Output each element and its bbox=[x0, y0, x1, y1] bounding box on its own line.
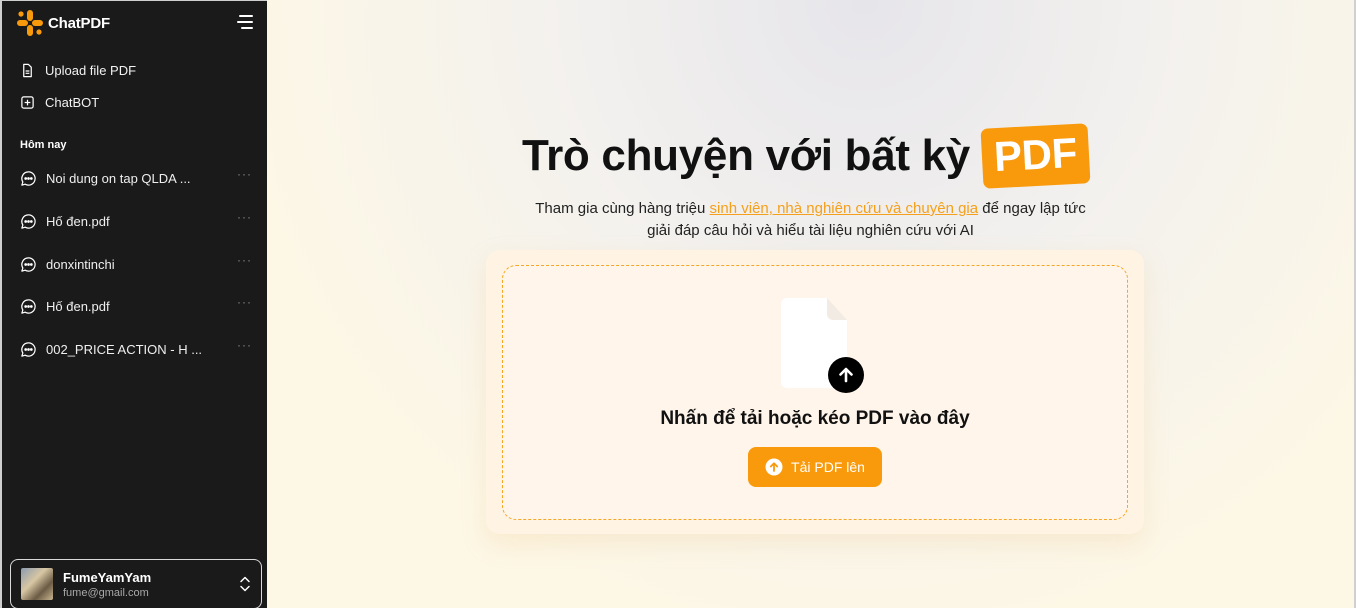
upload-circle-icon bbox=[765, 458, 783, 476]
brand-name: ChatPDF bbox=[48, 14, 110, 32]
upload-arrow-icon bbox=[828, 357, 864, 393]
more-options-icon[interactable]: ··· bbox=[237, 338, 252, 352]
main-content: Trò chuyện với bất kỳ PDF Tham gia cùng … bbox=[267, 0, 1356, 608]
pdf-dropzone[interactable]: Nhấn để tải hoặc kéo PDF vào đây Tải PDF… bbox=[502, 265, 1128, 520]
chat-item[interactable]: Hố đen.pdf ··· bbox=[20, 210, 252, 232]
chat-bubble-icon bbox=[21, 213, 36, 229]
upload-card: Nhấn để tải hoặc kéo PDF vào đây Tải PDF… bbox=[486, 250, 1144, 534]
section-title-today: Hôm nay bbox=[20, 139, 67, 151]
pdf-badge: PDF bbox=[980, 123, 1091, 189]
user-info: FumeYamYam fume@gmail.com bbox=[63, 570, 229, 599]
more-options-icon[interactable]: ··· bbox=[237, 295, 252, 309]
chatpdf-logo-icon bbox=[17, 10, 43, 36]
brand[interactable]: ChatPDF bbox=[16, 9, 110, 37]
chat-item-label: donxintinchi bbox=[46, 256, 115, 272]
avatar bbox=[21, 568, 53, 600]
subtitle-text: giải đáp câu hỏi và hiểu tài liệu nghiên… bbox=[647, 222, 974, 239]
menu-toggle-icon[interactable] bbox=[235, 15, 253, 31]
user-name: FumeYamYam bbox=[63, 569, 152, 585]
chat-item-label: Noi dung on tap QLDA ... bbox=[46, 170, 191, 186]
chat-bubble-icon bbox=[21, 341, 36, 357]
chat-bubble-icon bbox=[21, 256, 36, 272]
nav-upload-label: Upload file PDF bbox=[45, 63, 137, 78]
file-icon bbox=[23, 63, 32, 78]
page-title: Trò chuyện với bất kỳ PDF bbox=[267, 123, 1354, 189]
chat-bubble-icon bbox=[21, 170, 36, 186]
nav-chatbot-label: ChatBOT bbox=[45, 95, 100, 110]
user-account-menu[interactable]: FumeYamYam fume@gmail.com bbox=[10, 559, 262, 608]
more-options-icon[interactable]: ··· bbox=[237, 167, 252, 181]
subtitle-text: Tham gia cùng hàng triệu bbox=[535, 200, 710, 217]
nav-chatbot[interactable]: ChatBOT bbox=[20, 95, 99, 110]
page-subtitle: Tham gia cùng hàng triệu sinh viên, nhà … bbox=[267, 198, 1354, 242]
user-email: fume@gmail.com bbox=[63, 586, 149, 599]
upload-button-label: Tải PDF lên bbox=[791, 459, 865, 475]
chat-item[interactable]: donxintinchi ··· bbox=[20, 253, 252, 275]
page-title-text: Trò chuyện với bất kỳ bbox=[521, 131, 970, 180]
chat-bubble-icon bbox=[21, 298, 36, 314]
chat-item-label: Hố đen.pdf bbox=[46, 213, 110, 229]
chevron-up-down-icon bbox=[240, 576, 250, 592]
sidebar: ChatPDF Upload file PDF ChatBOT Hôm nay … bbox=[0, 0, 267, 608]
chat-item[interactable]: Hố đen.pdf ··· bbox=[20, 295, 252, 317]
chat-item-label: Hố đen.pdf bbox=[46, 298, 110, 314]
chat-item[interactable]: 002_PRICE ACTION - H ... ··· bbox=[20, 338, 252, 360]
subtitle-text: để ngay lập tức bbox=[978, 200, 1086, 217]
upload-pdf-button[interactable]: Tải PDF lên bbox=[748, 447, 882, 487]
chat-item-label: 002_PRICE ACTION - H ... bbox=[46, 341, 203, 357]
more-options-icon[interactable]: ··· bbox=[237, 210, 252, 224]
plus-square-icon bbox=[21, 96, 34, 109]
more-options-icon[interactable]: ··· bbox=[237, 253, 252, 267]
dropzone-text: Nhấn để tải hoặc kéo PDF vào đây bbox=[660, 408, 970, 429]
nav-upload-pdf[interactable]: Upload file PDF bbox=[20, 63, 136, 78]
audience-link[interactable]: sinh viên, nhà nghiên cứu và chuyên gia bbox=[710, 200, 979, 217]
chat-item[interactable]: Noi dung on tap QLDA ... ··· bbox=[20, 167, 252, 189]
